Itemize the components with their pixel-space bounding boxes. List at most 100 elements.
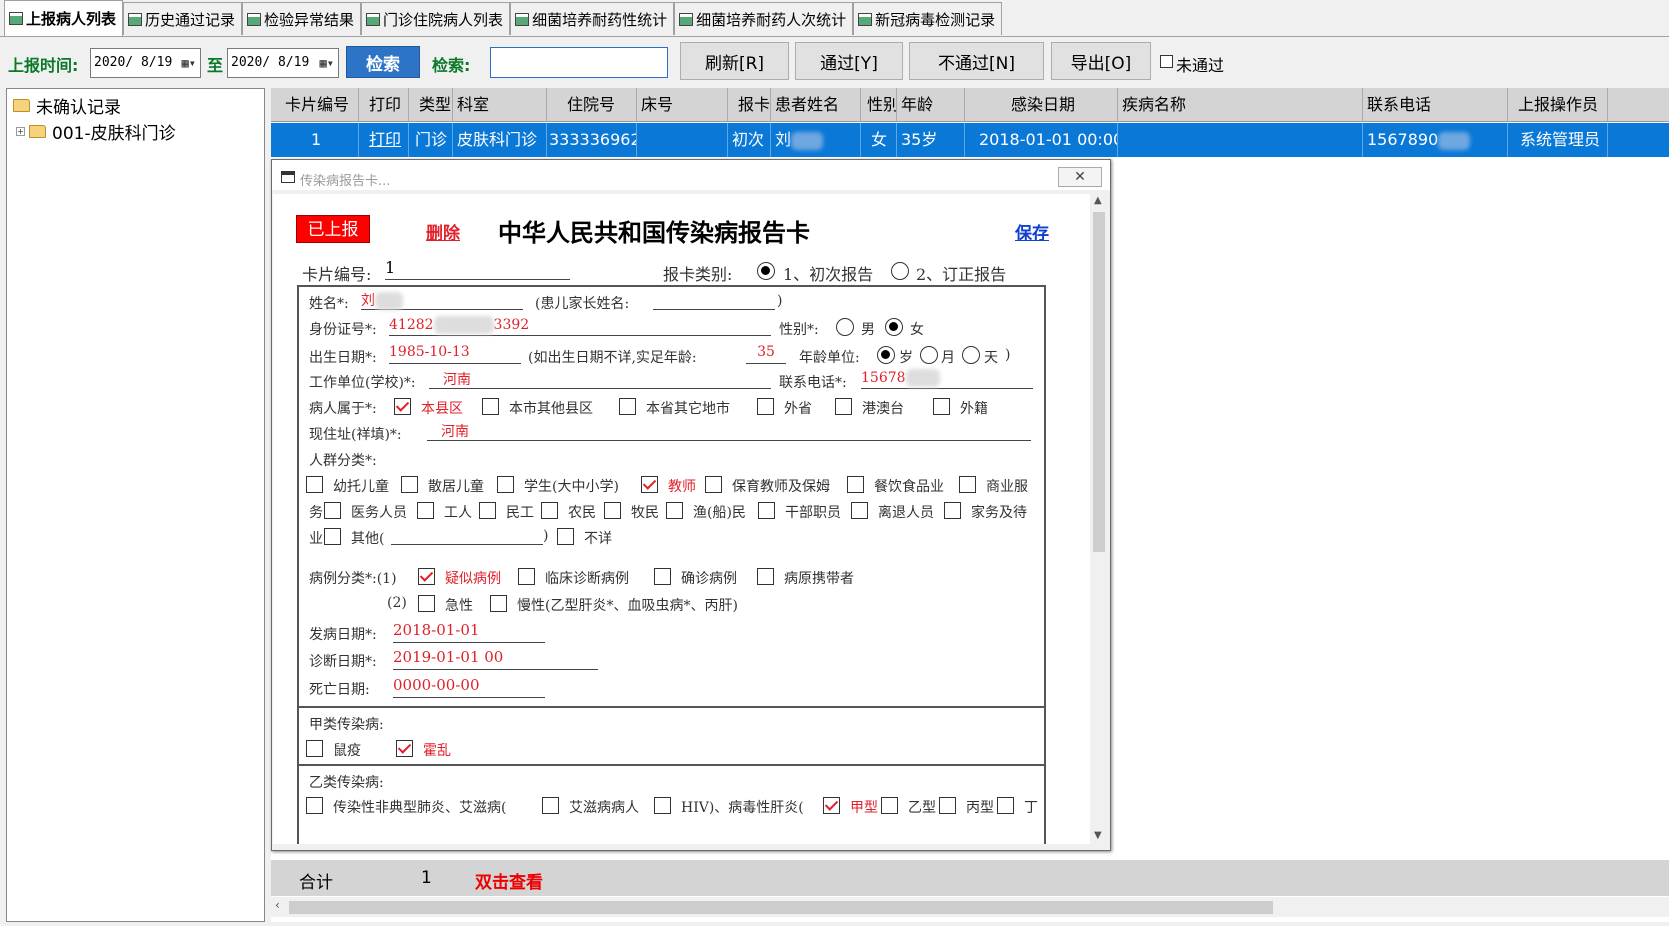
report-type-initial-radio[interactable] (757, 262, 775, 280)
scrollbar-thumb[interactable] (1093, 212, 1105, 552)
reject-button[interactable]: 不通过[N] (909, 42, 1044, 80)
col-age[interactable]: 年龄 (897, 88, 965, 122)
crowd-checkbox[interactable] (944, 502, 961, 519)
crowd-checkbox[interactable] (758, 502, 775, 519)
search-input[interactable] (490, 47, 668, 78)
onset-field[interactable]: 2018-01-01 (393, 621, 545, 643)
phone-field[interactable]: 15678 (861, 369, 1033, 389)
death-field[interactable]: 0000-00-00 (393, 676, 545, 698)
guardian-field[interactable] (653, 290, 775, 310)
plague-checkbox[interactable] (306, 740, 323, 757)
not-passed-checkbox[interactable] (1160, 55, 1173, 68)
birth-field[interactable]: 1985-10-13 (389, 344, 521, 364)
save-link[interactable]: 保存 (1015, 219, 1049, 244)
class-b-checkbox[interactable] (939, 797, 956, 814)
crowd-checkbox[interactable] (324, 502, 341, 519)
card-no-field[interactable]: 1 (385, 258, 570, 280)
class-b-checkbox[interactable] (542, 797, 559, 814)
col-type[interactable]: 类型 (409, 88, 453, 122)
crowd-checkbox[interactable] (401, 476, 418, 493)
tree-node-dept[interactable]: +001-皮肤科门诊 (16, 119, 176, 144)
col-phone[interactable]: 联系电话 (1363, 88, 1508, 122)
tab-bacteria-resistance[interactable]: 细菌培养耐药性统计 (510, 2, 675, 35)
crowd-other-checkbox[interactable] (324, 528, 341, 545)
crowd-checkbox[interactable] (306, 476, 323, 493)
tab-bacteria-count[interactable]: 细菌培养耐药人次统计 (674, 2, 854, 35)
address-field[interactable]: 河南 (427, 421, 1031, 441)
scroll-down-icon[interactable]: ▼ (1094, 830, 1102, 841)
age-unit-year-radio[interactable] (877, 346, 895, 364)
diag-field[interactable]: 2019-01-01 00 (393, 648, 598, 670)
col-patient-name[interactable]: 患者姓名 (771, 88, 861, 122)
table-row[interactable]: 1 打印 门诊 皮肤科门诊 3333369620 初次 刘 女 35岁 2018… (271, 123, 1669, 157)
case2-acute-checkbox[interactable] (418, 595, 435, 612)
tab-lab-abnormal[interactable]: 检验异常结果 (242, 2, 362, 35)
cell-print-link[interactable]: 打印 (359, 123, 409, 157)
col-infect-date[interactable]: 感染日期 (965, 88, 1118, 122)
crowd-checkbox[interactable] (479, 502, 496, 519)
crowd-checkbox[interactable] (604, 502, 621, 519)
tab-patient-list[interactable]: 门诊住院病人列表 (361, 2, 511, 35)
col-inpatient-no[interactable]: 住院号 (547, 88, 637, 122)
crowd-teacher-checkbox[interactable] (641, 476, 658, 493)
scrollbar-thumb[interactable] (289, 901, 1273, 914)
pass-button[interactable]: 通过[Y] (795, 42, 903, 80)
calendar-dropdown-icon[interactable]: ▦▾ (182, 56, 196, 70)
belong-other-province-checkbox[interactable] (757, 398, 774, 415)
col-disease[interactable]: 疾病名称 (1118, 88, 1363, 122)
search-button[interactable]: 检索 (346, 46, 420, 78)
belong-city-checkbox[interactable] (482, 398, 499, 415)
case-suspected-checkbox[interactable] (418, 568, 435, 585)
calendar-dropdown-icon[interactable]: ▦▾ (320, 56, 334, 70)
col-card-no[interactable]: 卡片编号 (271, 88, 359, 122)
crowd-checkbox[interactable] (847, 476, 864, 493)
age-unit-day-radio[interactable] (962, 346, 980, 364)
date-to-picker[interactable]: 2020/ 8/19 ▦▾ (227, 48, 339, 78)
belong-province-checkbox[interactable] (619, 398, 636, 415)
col-bed[interactable]: 床号 (637, 88, 728, 122)
col-operator[interactable]: 上报操作员 (1508, 88, 1608, 122)
sex-female-radio[interactable] (885, 318, 903, 336)
close-button[interactable]: ✕ (1058, 167, 1102, 187)
horizontal-scrollbar[interactable]: ‹ (271, 897, 1669, 917)
crowd-checkbox[interactable] (851, 502, 868, 519)
crowd-checkbox[interactable] (959, 476, 976, 493)
case-checkbox[interactable] (518, 568, 535, 585)
col-dept[interactable]: 科室 (453, 88, 547, 122)
tab-reported-patients[interactable]: 上报病人列表 (4, 0, 124, 36)
case-checkbox[interactable] (757, 568, 774, 585)
dialog-titlebar[interactable]: 传染病报告卡... ✕ (272, 160, 1110, 190)
class-b-checkbox[interactable] (654, 797, 671, 814)
delete-link[interactable]: 删除 (426, 219, 460, 244)
vertical-scrollbar[interactable]: ▲ ▼ (1090, 194, 1108, 844)
refresh-button[interactable]: 刷新[R] (680, 42, 789, 80)
crowd-checkbox[interactable] (666, 502, 683, 519)
belong-county-checkbox[interactable] (394, 398, 411, 415)
sex-male-radio[interactable] (836, 318, 854, 336)
date-from-picker[interactable]: 2020/ 8/19 ▦▾ (90, 48, 201, 78)
tree-root[interactable]: 未确认记录 (13, 93, 121, 118)
col-report[interactable]: 报卡 (728, 88, 771, 122)
age-field[interactable]: 35 (746, 344, 786, 364)
crowd-checkbox[interactable] (541, 502, 558, 519)
scroll-left-icon[interactable]: ‹ (275, 898, 280, 912)
tab-history-passed[interactable]: 历史通过记录 (123, 2, 243, 35)
export-button[interactable]: 导出[O] (1051, 42, 1151, 80)
crowd-other-field[interactable] (391, 525, 543, 545)
case2-chronic-checkbox[interactable] (490, 595, 507, 612)
hepatitis-a-checkbox[interactable] (823, 797, 840, 814)
id-field[interactable]: 41282 3392 (389, 316, 771, 336)
col-sex[interactable]: 性别 (861, 88, 897, 122)
tab-covid-records[interactable]: 新冠病毒检测记录 (853, 2, 1003, 35)
scroll-up-icon[interactable]: ▲ (1094, 195, 1102, 206)
class-b-checkbox[interactable] (997, 797, 1014, 814)
col-print[interactable]: 打印 (359, 88, 409, 122)
cholera-checkbox[interactable] (396, 740, 413, 757)
class-b-checkbox[interactable] (881, 797, 898, 814)
expand-icon[interactable]: + (16, 127, 25, 136)
class-b-checkbox[interactable] (306, 797, 323, 814)
report-type-revised-radio[interactable] (891, 262, 909, 280)
case-checkbox[interactable] (654, 568, 671, 585)
age-unit-month-radio[interactable] (920, 346, 938, 364)
crowd-checkbox[interactable] (705, 476, 722, 493)
